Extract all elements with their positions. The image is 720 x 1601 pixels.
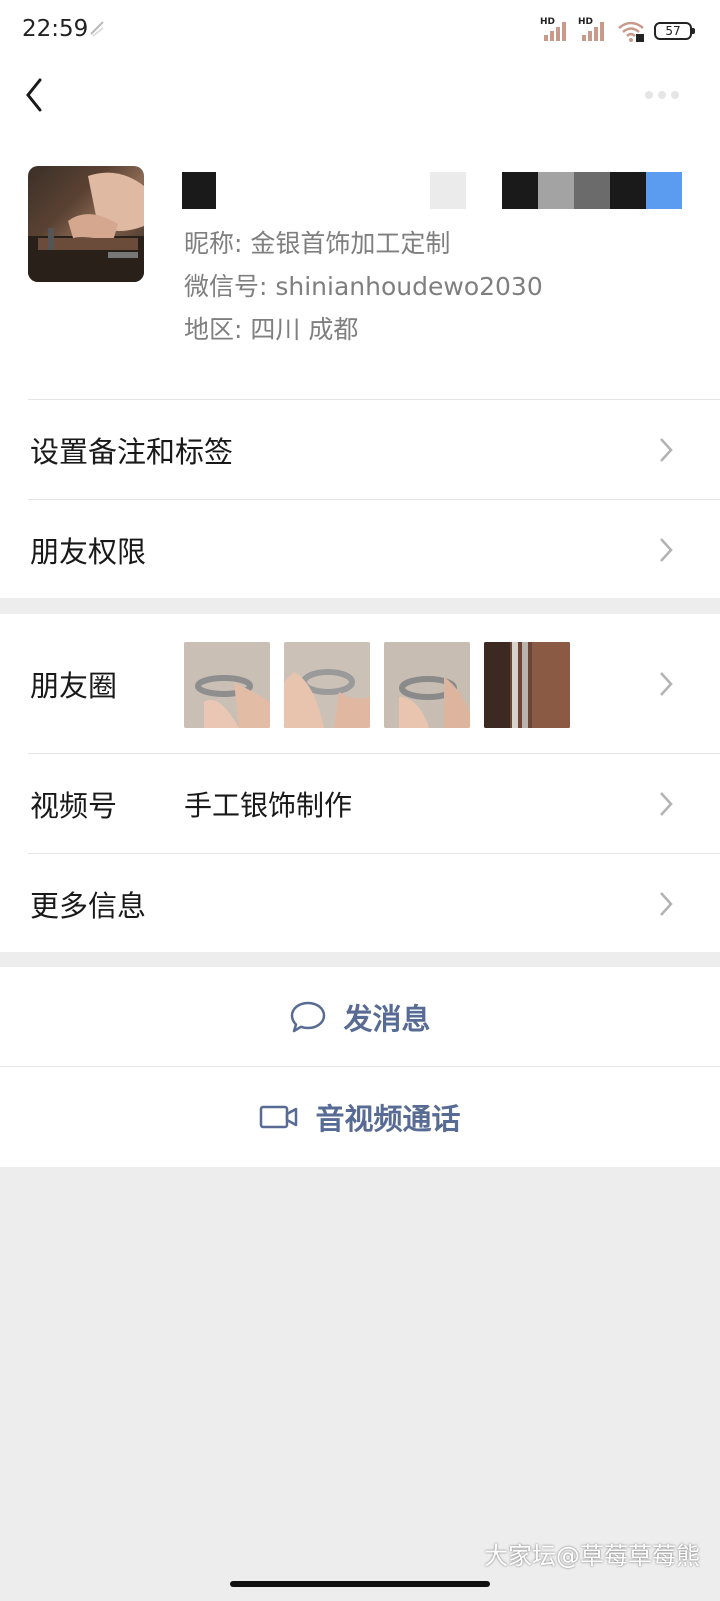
chevron-right-icon [660,792,673,816]
wechat-id-text: 微信号: shinianhoudewo2030 [184,272,543,301]
name-mosaic [182,172,702,209]
watermark: 大家坛@草莓草莓熊 [484,1542,700,1570]
remark-tags-row[interactable]: 设置备注和标签 [0,400,720,500]
status-icons: HD HD 57 [540,17,695,44]
video-call-label: 音视频通话 [315,1102,461,1136]
nav-bar [0,64,720,128]
wifi-icon [618,21,644,42]
remark-tags-label: 设置备注和标签 [30,435,234,469]
status-time: 22:59 [22,16,89,42]
moments-row[interactable]: 朋友圈 [0,614,720,754]
channels-row[interactable]: 视频号 手工银饰制作 [0,754,720,854]
moment-thumbnail[interactable] [184,642,270,728]
moments-label: 朋友圈 [30,669,118,703]
avatar[interactable] [28,166,144,282]
chevron-right-icon [660,892,673,916]
chevron-right-icon [660,438,673,462]
video-call-button[interactable]: 音视频通话 [0,1067,720,1167]
moment-thumbnail[interactable] [484,642,570,728]
missed-call-icon [90,21,104,37]
chevron-right-icon [660,672,673,696]
send-message-label: 发消息 [343,1002,431,1036]
more-info-label: 更多信息 [30,889,147,923]
friend-permissions-label: 朋友权限 [30,535,147,569]
friend-permissions-row[interactable]: 朋友权限 [0,500,720,600]
moment-thumbnail[interactable] [384,642,470,728]
signal-icon-2: HD [578,17,608,43]
profile-card: 昵称: 金银首饰加工定制 微信号: shinianhoudewo2030 地区:… [0,128,720,410]
signal-icon: HD [540,17,570,43]
chat-bubble-icon [291,1001,326,1033]
battery-indicator: 57 [654,22,695,40]
send-message-button[interactable]: 发消息 [0,967,720,1067]
status-bar: 22:59 HD HD 57 [0,0,720,64]
channels-value: 手工银饰制作 [184,789,353,822]
chevron-right-icon [660,538,673,562]
back-arrow-icon[interactable] [20,74,50,116]
moment-thumbnail[interactable] [284,642,370,728]
home-indicator[interactable] [230,1581,490,1587]
nickname-text: 昵称: 金银首饰加工定制 [184,229,451,258]
channels-label: 视频号 [30,789,118,823]
more-options-icon[interactable] [644,90,680,100]
settings-group: 设置备注和标签 朋友权限 [0,400,720,598]
region-text: 地区: 四川 成都 [184,315,359,344]
more-info-row[interactable]: 更多信息 [0,854,720,954]
video-camera-icon [260,1105,298,1129]
moments-thumbnails [184,642,570,728]
info-group: 朋友圈 视频号 手工银饰制作 更多信息 [0,614,720,952]
